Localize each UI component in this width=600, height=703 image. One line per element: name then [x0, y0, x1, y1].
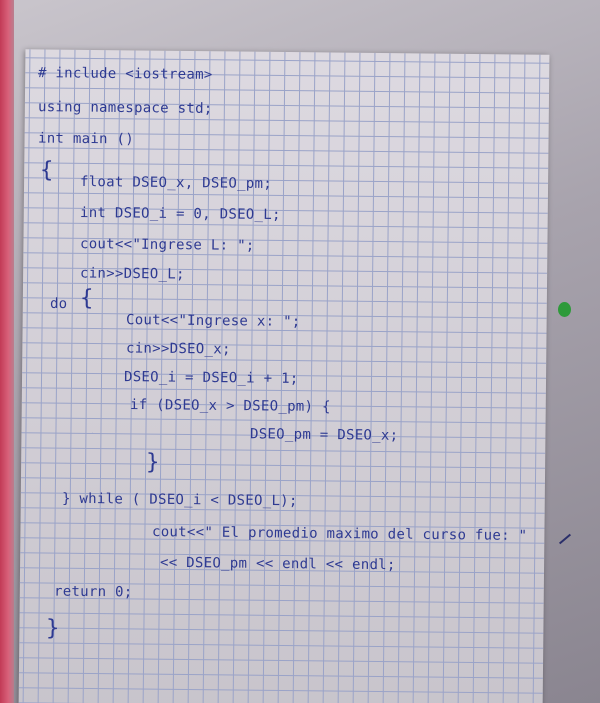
code-line-if-close-brace: } — [145, 449, 160, 476]
photo-scene: # include <iostream> using namespace std… — [0, 0, 600, 703]
code-line-assign-pm: DSEO_pm = DSEO_x; — [249, 426, 399, 444]
notebook-cover-edge — [0, 0, 14, 703]
code-line-cin-l: cin>>DSEO_L; — [79, 265, 185, 283]
code-line-include: # include <iostream> — [37, 65, 213, 83]
code-line-cout-l: cout<<"Ingrese L: "; — [79, 236, 255, 254]
code-line-namespace: using namespace std; — [37, 99, 213, 117]
code-line-int-decl: int DSEO_i = 0, DSEO_L; — [79, 204, 281, 224]
code-line-endl: << DSEO_pm << endl << endl; — [159, 554, 396, 574]
code-line-cin-x: cin>>DSEO_x; — [125, 340, 231, 358]
code-line-main-close-brace: } — [45, 615, 60, 642]
code-line-return: return 0; — [53, 583, 133, 601]
code-line-cout-x: Cout<<"Ingrese x: "; — [125, 312, 301, 330]
code-line-increment: DSEO_i = DSEO_i + 1; — [123, 369, 299, 387]
code-line-main: int main () — [37, 130, 135, 148]
code-line-main-open-brace: { — [39, 157, 54, 184]
code-line-if: if (DSEO_x > DSEO_pm) { — [129, 396, 331, 416]
code-line-float-decl: float DSEO_x, DSEO_pm; — [79, 173, 273, 193]
pen-stroke-mark — [558, 533, 572, 545]
green-marker-dot — [558, 302, 571, 317]
code-line-do-open-brace: { — [79, 285, 94, 312]
code-line-while: } while ( DSEO_i < DSEO_L); — [61, 490, 298, 510]
code-line-do: do — [49, 295, 68, 313]
